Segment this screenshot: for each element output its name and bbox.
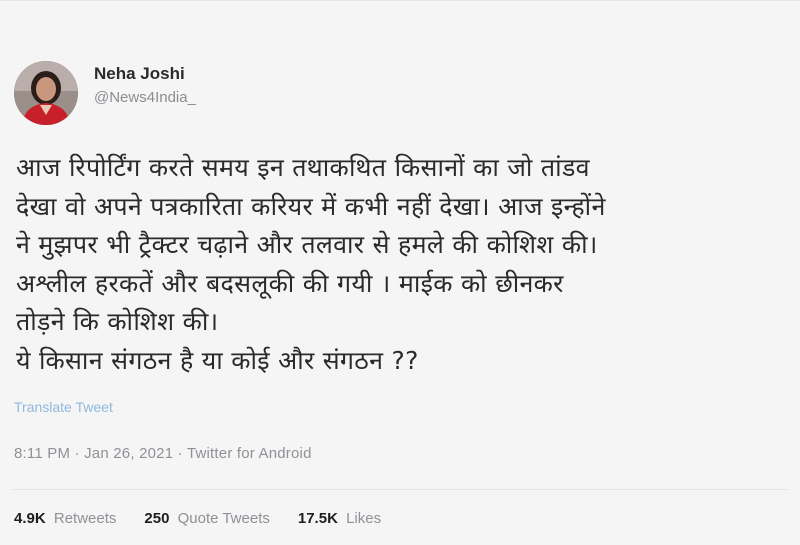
tweet-text-line: तोड़ने कि कोशिश की। — [16, 307, 219, 336]
author-handle[interactable]: @News4India_ — [94, 87, 196, 109]
tweet-text-line: अश्लील हरकतें और बदसलूकी की गयी । माईक क… — [16, 268, 564, 298]
tweet-text-line: ने मुझपर भी ट्रैक्टर चढ़ाने और तलवार से … — [16, 230, 598, 259]
author-display-name[interactable]: Neha Joshi — [94, 63, 196, 85]
author-block: Neha Joshi @News4India_ — [94, 63, 196, 109]
meta-separator: · — [177, 445, 187, 462]
quote-tweets-stat[interactable]: 250 Quote Tweets — [144, 510, 269, 527]
likes-count: 17.5K — [297, 510, 338, 527]
tweet-text-line: देखा वो अपने पत्रकारिता करियर में कभी नह… — [16, 191, 606, 221]
quote-tweets-count: 250 — [144, 510, 170, 527]
retweets-label: Retweets — [53, 510, 117, 527]
tweet-header: Neha Joshi @News4India_ — [14, 61, 196, 125]
retweets-stat[interactable]: 4.9K Retweets — [14, 510, 116, 527]
retweets-count: 4.9K — [14, 510, 46, 527]
avatar-image — [14, 61, 78, 125]
tweet-meta: 8:11 PM · Jan 26, 2021 · Twitter for And… — [14, 445, 312, 462]
tweet-stats: 4.9K Retweets 250 Quote Tweets 17.5K Lik… — [14, 510, 409, 527]
tweet-time[interactable]: 8:11 PM — [14, 445, 70, 462]
likes-stat[interactable]: 17.5K Likes — [298, 510, 381, 527]
tweet-text: आज रिपोर्टिंग करते समय इन तथाकथित किसानो… — [16, 149, 786, 380]
quote-tweets-label: Quote Tweets — [177, 510, 270, 527]
tweet-source[interactable]: Twitter for Android — [187, 445, 312, 462]
tweet-card: Neha Joshi @News4India_ आज रिपोर्टिंग कर… — [0, 0, 800, 545]
divider — [12, 489, 788, 490]
likes-label: Likes — [346, 510, 382, 527]
tweet-text-line: ये किसान संगठन है या कोई और संगठन ?? — [16, 345, 419, 375]
avatar[interactable] — [14, 61, 78, 125]
tweet-date[interactable]: Jan 26, 2021 — [84, 445, 173, 462]
tweet-text-line: आज रिपोर्टिंग करते समय इन तथाकथित किसानो… — [16, 153, 590, 182]
meta-separator: · — [74, 445, 85, 462]
translate-tweet-link[interactable]: Translate Tweet — [14, 399, 113, 415]
